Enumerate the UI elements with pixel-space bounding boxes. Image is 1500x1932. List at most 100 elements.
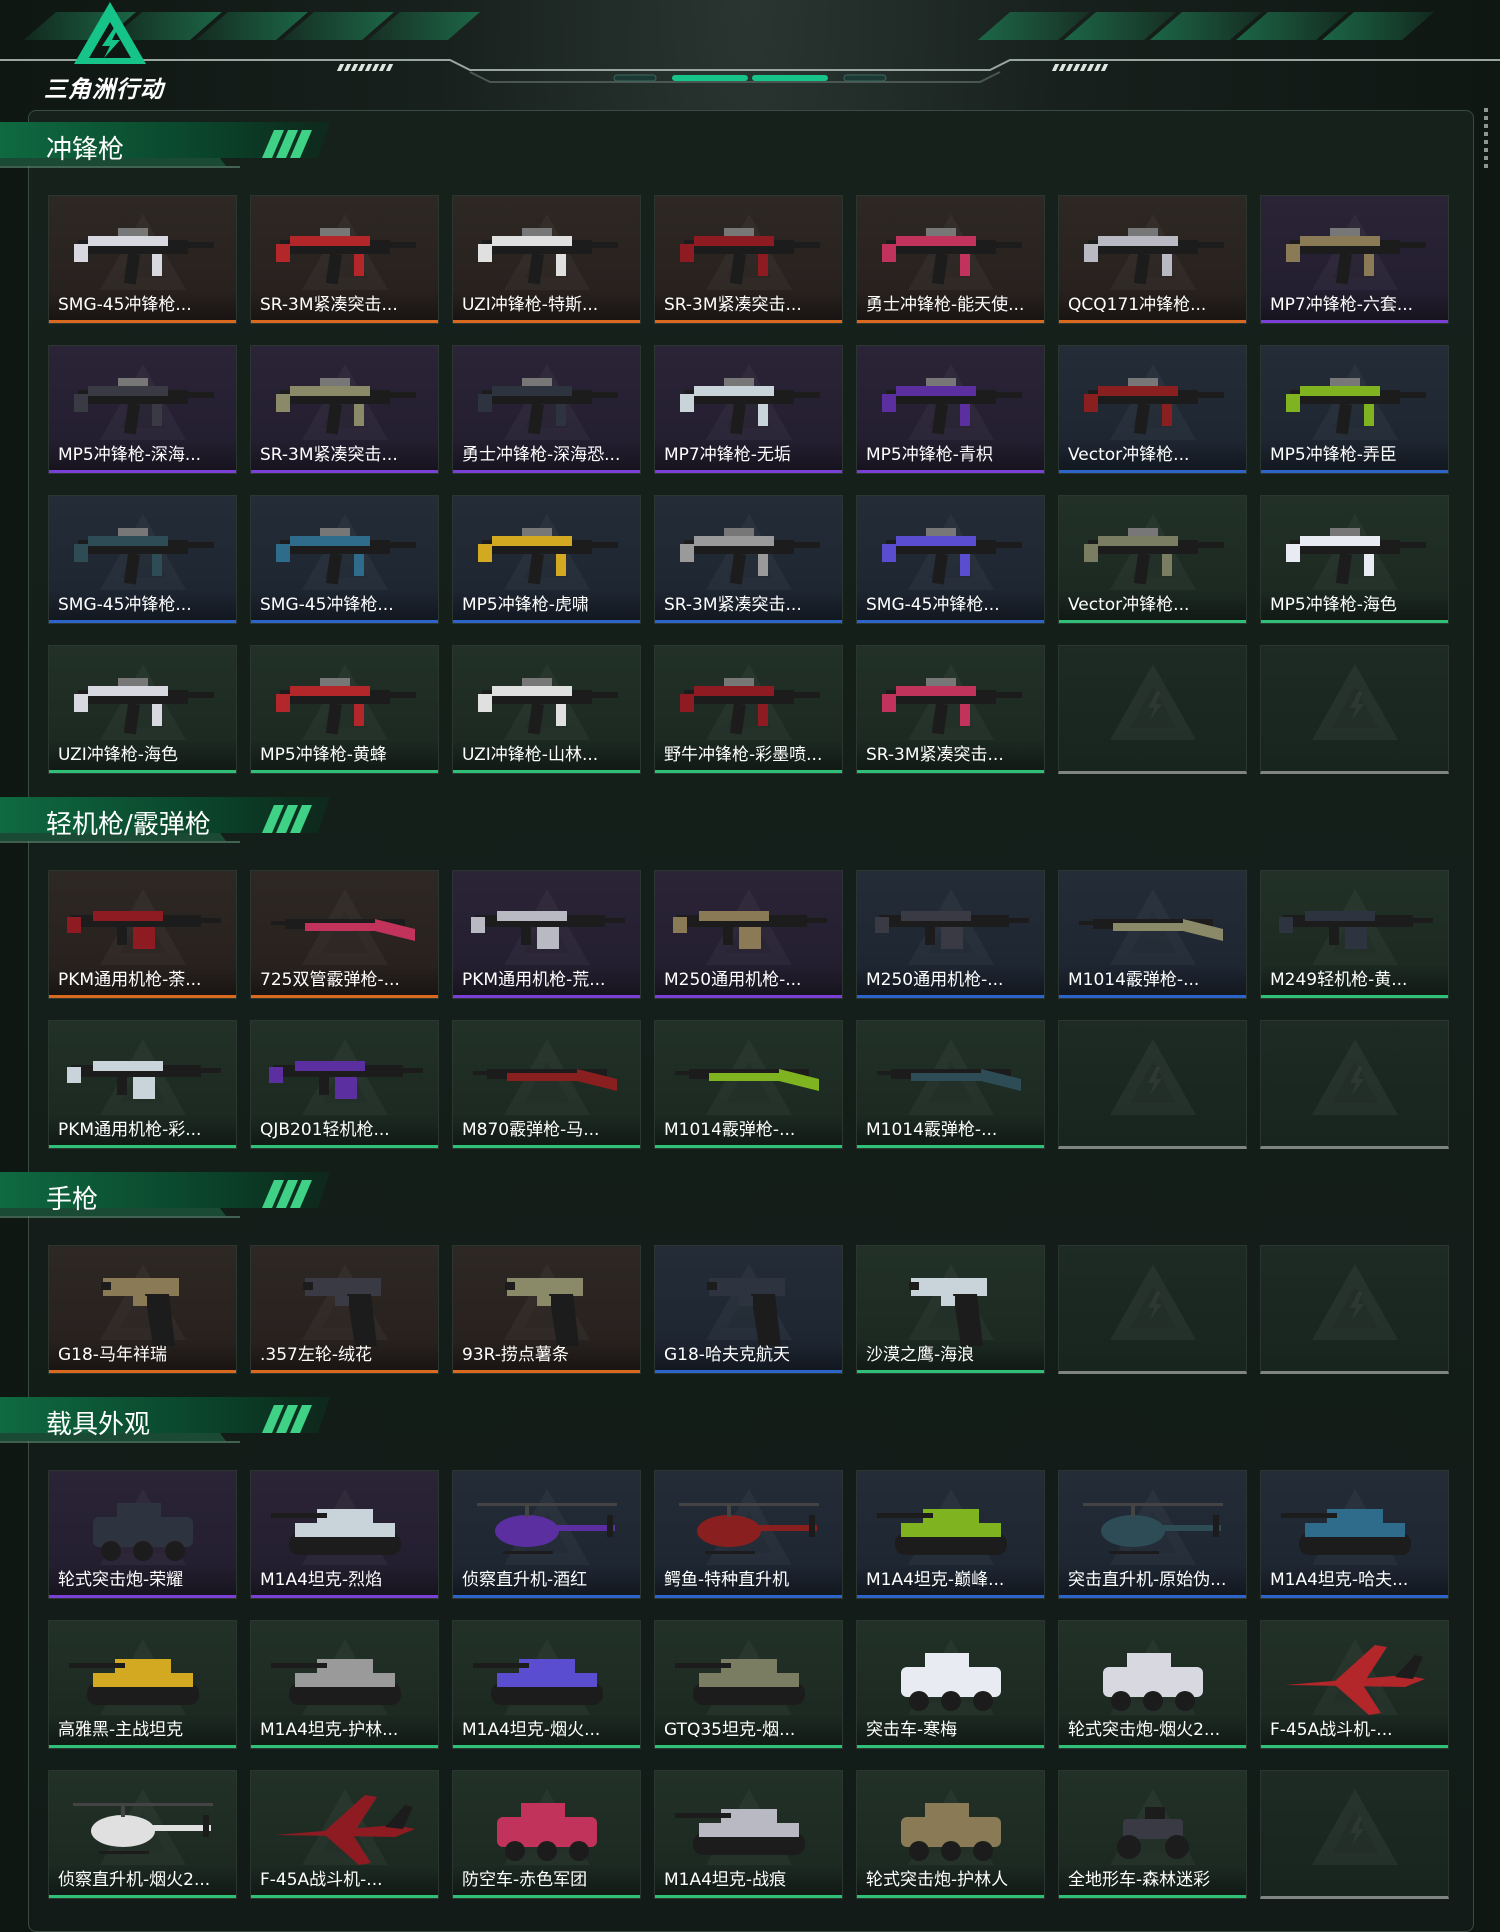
skin-card[interactable]: M250通用机枪-... bbox=[856, 870, 1045, 999]
skin-card[interactable]: M870霰弹枪-马... bbox=[452, 1020, 641, 1149]
watermark-logo-icon bbox=[1311, 1264, 1398, 1340]
skin-card[interactable]: SMG-45冲锋枪... bbox=[48, 195, 237, 324]
skin-card[interactable]: M249轻机枪-黄... bbox=[1260, 870, 1449, 999]
skin-card[interactable]: M1A4坦克-护林... bbox=[250, 1620, 439, 1749]
skin-name: M1014霰弹枪-... bbox=[655, 1115, 842, 1145]
rarity-bar bbox=[655, 1595, 842, 1598]
skin-card[interactable]: 突击直升机-原始伪... bbox=[1058, 1470, 1247, 1599]
skin-card[interactable]: 725双管霰弹枪-... bbox=[250, 870, 439, 999]
rarity-bar bbox=[857, 620, 1044, 623]
jet-icon bbox=[274, 1795, 415, 1865]
skin-card[interactable]: 高雅黑-主战坦克 bbox=[48, 1620, 237, 1749]
skin-card[interactable]: UZI冲锋枪-海色 bbox=[48, 645, 237, 774]
skin-card[interactable]: M1A4坦克-哈夫... bbox=[1260, 1470, 1449, 1599]
rarity-bar bbox=[453, 620, 640, 623]
skin-name: G18-哈夫克航天 bbox=[655, 1340, 842, 1370]
skin-card[interactable]: 轮式突击炮-荣耀 bbox=[48, 1470, 237, 1599]
skin-card[interactable]: 勇士冲锋枪-深海恐... bbox=[452, 345, 641, 474]
skin-card[interactable]: MP5冲锋枪-深海... bbox=[48, 345, 237, 474]
skin-card[interactable]: MP7冲锋枪-无垢 bbox=[654, 345, 843, 474]
skin-card[interactable]: G18-哈夫克航天 bbox=[654, 1245, 843, 1374]
smg-icon bbox=[881, 378, 1022, 435]
skin-name: PKM通用机枪-荼... bbox=[49, 965, 236, 995]
skin-card[interactable]: 沙漠之鹰-海浪 bbox=[856, 1245, 1045, 1374]
skin-card[interactable]: SMG-45冲锋枪... bbox=[856, 495, 1045, 624]
atv-icon bbox=[1116, 1807, 1189, 1859]
skin-card[interactable]: SR-3M紧凑突击... bbox=[654, 195, 843, 324]
skin-card[interactable]: UZI冲锋枪-山林... bbox=[452, 645, 641, 774]
skin-card[interactable]: MP5冲锋枪-弄臣 bbox=[1260, 345, 1449, 474]
item-grid: PKM通用机枪-荼... 725双管霰弹枪-... PKM通用机枪-荒... M250… bbox=[48, 870, 1449, 1149]
skin-card[interactable]: SR-3M紧凑突击... bbox=[856, 645, 1045, 774]
smg-icon bbox=[73, 528, 214, 585]
rarity-bar bbox=[251, 320, 438, 323]
skin-card[interactable]: .357左轮-绒花 bbox=[250, 1245, 439, 1374]
skin-card[interactable]: PKM通用机枪-彩... bbox=[48, 1020, 237, 1149]
lmg-icon bbox=[268, 1061, 423, 1099]
skin-name: QJB201轻机枪... bbox=[251, 1115, 438, 1145]
skin-card[interactable]: QJB201轻机枪... bbox=[250, 1020, 439, 1149]
skin-card[interactable]: M1A4坦克-战痕 bbox=[654, 1770, 843, 1899]
section-title: 轻机枪/霰弹枪 bbox=[46, 810, 211, 840]
armored-car-icon bbox=[900, 1653, 1001, 1711]
skin-name: M250通用机枪-... bbox=[857, 965, 1044, 995]
skin-card[interactable]: 侦察直升机-烟火2... bbox=[48, 1770, 237, 1899]
skin-card[interactable]: SR-3M紧凑突击... bbox=[250, 195, 439, 324]
skin-card[interactable]: MP7冲锋枪-六套... bbox=[1260, 195, 1449, 324]
skin-card[interactable]: SMG-45冲锋枪... bbox=[250, 495, 439, 624]
skin-name: 侦察直升机-烟火2... bbox=[49, 1865, 236, 1895]
smg-icon bbox=[1083, 528, 1224, 585]
skin-card[interactable]: GTQ35坦克-烟... bbox=[654, 1620, 843, 1749]
skin-card[interactable]: F-45A战斗机-... bbox=[250, 1770, 439, 1899]
smg-icon bbox=[881, 228, 1022, 285]
skin-card[interactable]: 93R-捞点薯条 bbox=[452, 1245, 641, 1374]
rarity-bar bbox=[453, 770, 640, 773]
skin-card[interactable]: 突击车-寒梅 bbox=[856, 1620, 1045, 1749]
smg-icon bbox=[1285, 378, 1426, 435]
skin-card[interactable]: PKM通用机枪-荼... bbox=[48, 870, 237, 999]
smg-icon bbox=[1285, 528, 1426, 585]
skin-card[interactable]: QCQ171冲锋枪... bbox=[1058, 195, 1247, 324]
skin-card[interactable]: M1A4坦克-烟火... bbox=[452, 1620, 641, 1749]
skin-card[interactable]: MP5冲锋枪-黄蜂 bbox=[250, 645, 439, 774]
smg-icon bbox=[679, 528, 820, 585]
skin-card[interactable]: M1014霰弹枪-... bbox=[1058, 870, 1247, 999]
skin-card[interactable]: SR-3M紧凑突击... bbox=[250, 345, 439, 474]
skin-card[interactable]: M1014霰弹枪-... bbox=[856, 1020, 1045, 1149]
skin-card[interactable]: 轮式突击炮-护林人 bbox=[856, 1770, 1045, 1899]
rarity-bar bbox=[857, 470, 1044, 473]
skin-card[interactable]: MP5冲锋枪-虎啸 bbox=[452, 495, 641, 624]
skin-card[interactable]: SR-3M紧凑突击... bbox=[654, 495, 843, 624]
skin-card[interactable]: Vector冲锋枪... bbox=[1058, 345, 1247, 474]
skin-card[interactable]: M1A4坦克-巅峰... bbox=[856, 1470, 1045, 1599]
skin-card[interactable]: MP5冲锋枪-青枳 bbox=[856, 345, 1045, 474]
rarity-bar bbox=[251, 470, 438, 473]
skin-card[interactable]: F-45A战斗机-... bbox=[1260, 1620, 1449, 1749]
skin-card[interactable]: SMG-45冲锋枪... bbox=[48, 495, 237, 624]
skin-card[interactable]: 勇士冲锋枪-能天使... bbox=[856, 195, 1045, 324]
skin-card[interactable]: M1014霰弹枪-... bbox=[654, 1020, 843, 1149]
skin-card[interactable]: 轮式突击炮-烟火2... bbox=[1058, 1620, 1247, 1749]
scrollbar-handle[interactable] bbox=[1484, 108, 1488, 172]
skin-name: M1014霰弹枪-... bbox=[1059, 965, 1246, 995]
skin-card[interactable]: M1A4坦克-烈焰 bbox=[250, 1470, 439, 1599]
skin-card[interactable]: 野牛冲锋枪-彩墨喷... bbox=[654, 645, 843, 774]
skin-name: SR-3M紧凑突击... bbox=[655, 590, 842, 620]
empty-slot bbox=[1058, 1020, 1247, 1149]
skin-card[interactable]: UZI冲锋枪-特斯... bbox=[452, 195, 641, 324]
skin-card[interactable]: PKM通用机枪-荒... bbox=[452, 870, 641, 999]
header: 三角洲行动 bbox=[0, 0, 1500, 110]
smg-icon bbox=[275, 378, 416, 435]
shotgun-icon bbox=[270, 919, 415, 941]
skin-card[interactable]: G18-马年祥瑞 bbox=[48, 1245, 237, 1374]
skin-card[interactable]: 侦察直升机-酒红 bbox=[452, 1470, 641, 1599]
skin-card[interactable]: 全地形车-森林迷彩 bbox=[1058, 1770, 1247, 1899]
skin-card[interactable]: M250通用机枪-... bbox=[654, 870, 843, 999]
skin-card[interactable]: MP5冲锋枪-海色 bbox=[1260, 495, 1449, 624]
smg-icon bbox=[477, 528, 618, 585]
skin-card[interactable]: 鳄鱼-特种直升机 bbox=[654, 1470, 843, 1599]
skin-card[interactable]: Vector冲锋枪... bbox=[1058, 495, 1247, 624]
skin-card[interactable]: 防空车-赤色军团 bbox=[452, 1770, 641, 1899]
rarity-bar bbox=[251, 1745, 438, 1748]
skin-name: G18-马年祥瑞 bbox=[49, 1340, 236, 1370]
